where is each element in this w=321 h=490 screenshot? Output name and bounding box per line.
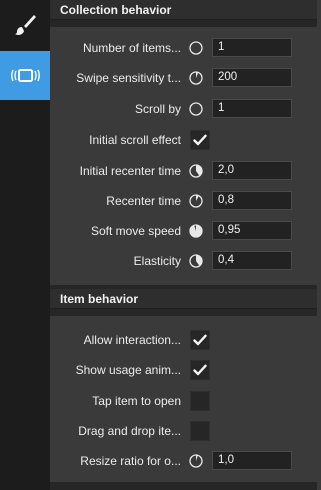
checkbox[interactable] — [190, 391, 210, 411]
setting-row-recenter-time: Recenter time 0,8 — [50, 190, 317, 212]
setting-row-initial-recenter-time: Initial recenter time 2,0 — [50, 160, 317, 182]
value-input[interactable]: 1 — [212, 38, 292, 57]
sidebar-item-appearance[interactable] — [0, 0, 50, 49]
setting-label: Soft move speed — [90, 224, 181, 238]
setting-label: Resize ratio for o... — [80, 454, 181, 468]
value-input[interactable]: 1,0 — [212, 451, 292, 470]
sidebar-item-collection[interactable] — [0, 51, 50, 100]
value-input[interactable]: 200 — [212, 68, 292, 87]
checkmark-icon — [193, 364, 207, 376]
brush-icon — [15, 14, 36, 35]
value-input[interactable]: 1 — [212, 99, 292, 118]
checkmark-icon — [193, 334, 207, 346]
checkbox[interactable] — [190, 130, 210, 150]
collection-behavior-panel — [50, 27, 317, 285]
setting-label: Elasticity — [133, 254, 181, 268]
setting-row-resize-ratio-for-o: Resize ratio for o... 1,0 — [50, 450, 317, 472]
setting-label: Allow interaction... — [83, 333, 181, 347]
setting-label: Show usage anim... — [75, 363, 181, 377]
value-input[interactable]: 0,95 — [212, 221, 292, 240]
item-behavior-header: Item behavior — [50, 289, 317, 309]
value-input[interactable]: 2,0 — [212, 161, 292, 180]
setting-label: Recenter time — [106, 194, 181, 208]
setting-row-swipe-sensitivity-t: Swipe sensitivity t... 200 — [50, 67, 317, 89]
setting-row-allow-interaction: Allow interaction... — [50, 329, 317, 351]
dial-icon[interactable] — [189, 164, 203, 178]
dial-icon[interactable] — [189, 102, 203, 116]
scrollbar-track[interactable] — [317, 0, 321, 490]
dial-icon[interactable] — [189, 224, 203, 238]
dial-icon[interactable] — [189, 194, 203, 208]
setting-row-show-usage-anim: Show usage anim... — [50, 359, 317, 381]
setting-label: Initial scroll effect — [89, 133, 181, 147]
setting-row-initial-scroll-effect: Initial scroll effect — [50, 129, 317, 151]
setting-row-drag-and-drop-ite: Drag and drop ite... — [50, 420, 317, 442]
value-input[interactable]: 0,4 — [212, 251, 292, 270]
setting-label: Tap item to open — [92, 394, 181, 408]
checkbox[interactable] — [190, 330, 210, 350]
setting-label: Scroll by — [134, 102, 181, 116]
setting-row-elasticity: Elasticity 0,4 — [50, 250, 317, 272]
checkbox[interactable] — [190, 360, 210, 380]
sidebar — [0, 0, 50, 490]
setting-label: Swipe sensitivity t... — [76, 71, 181, 85]
dial-icon[interactable] — [189, 41, 203, 55]
setting-row-number-of-items: Number of items... 1 — [50, 37, 317, 59]
checkbox[interactable] — [190, 421, 210, 441]
value-input[interactable]: 0,8 — [212, 191, 292, 210]
dial-icon[interactable] — [189, 454, 203, 468]
collection-behavior-header: Collection behavior — [50, 0, 317, 20]
dial-icon[interactable] — [189, 254, 203, 268]
setting-row-tap-item-to-open: Tap item to open — [50, 390, 317, 412]
dial-icon[interactable] — [189, 71, 203, 85]
setting-label: Initial recenter time — [79, 164, 181, 178]
collection-icon — [11, 68, 40, 82]
checkmark-icon — [193, 134, 207, 146]
setting-row-scroll-by: Scroll by 1 — [50, 98, 317, 120]
setting-row-soft-move-speed: Soft move speed 0,95 — [50, 220, 317, 242]
setting-label: Number of items... — [82, 41, 181, 55]
setting-label: Drag and drop ite... — [78, 424, 181, 438]
